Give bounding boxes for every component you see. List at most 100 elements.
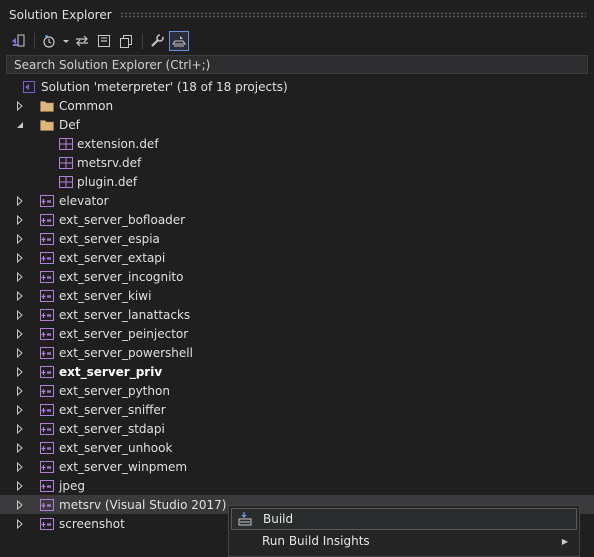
- node-label: ext_server_extapi: [59, 250, 166, 265]
- file-node[interactable]: plugin.def: [0, 172, 594, 191]
- node-label: extension.def: [77, 136, 159, 151]
- node-label: ext_server_incognito: [59, 269, 184, 284]
- expand-arrow-icon[interactable]: [15, 404, 25, 415]
- dropdown-arrow-icon[interactable]: [61, 31, 70, 51]
- project-node[interactable]: ext_server_bofloader: [0, 210, 594, 229]
- expand-arrow-icon[interactable]: [15, 252, 25, 263]
- build-icon: [237, 511, 253, 527]
- node-label: Def: [59, 117, 80, 132]
- project-node[interactable]: ext_server_unhook: [0, 438, 594, 457]
- cpp-project-icon: [39, 307, 55, 323]
- node-label: jpeg: [59, 478, 85, 493]
- properties-wrench-icon[interactable]: [147, 31, 167, 51]
- project-node[interactable]: ext_server_lanattacks: [0, 305, 594, 324]
- solution-icon: [21, 79, 37, 95]
- solution-tree: Solution 'meterpreter' (18 of 18 project…: [0, 77, 594, 533]
- folder-icon: [39, 117, 55, 133]
- project-node[interactable]: elevator: [0, 191, 594, 210]
- project-node[interactable]: ext_server_sniffer: [0, 400, 594, 419]
- solution-node[interactable]: Solution 'meterpreter' (18 of 18 project…: [0, 77, 594, 96]
- node-label: ext_server_priv: [59, 364, 163, 379]
- toolbar: [0, 29, 594, 52]
- folder-node[interactable]: Common: [0, 96, 594, 115]
- cpp-project-icon: [39, 516, 55, 532]
- file-node[interactable]: metsrv.def: [0, 153, 594, 172]
- search-input[interactable]: Search Solution Explorer (Ctrl+;): [6, 55, 588, 74]
- collapse-all-icon[interactable]: [94, 31, 114, 51]
- solution-label: Solution 'meterpreter' (18 of 18 project…: [41, 79, 288, 94]
- expand-arrow-icon[interactable]: [15, 366, 25, 377]
- show-all-files-icon[interactable]: [116, 31, 136, 51]
- expand-arrow-icon[interactable]: [15, 518, 25, 529]
- node-label: ext_server_unhook: [59, 440, 173, 455]
- node-label: elevator: [59, 193, 109, 208]
- folder-icon: [39, 98, 55, 114]
- pending-changes-filter-icon[interactable]: [39, 31, 59, 51]
- expand-arrow-icon[interactable]: [15, 442, 25, 453]
- cpp-project-icon: [39, 459, 55, 475]
- collapse-arrow-icon[interactable]: [15, 120, 25, 130]
- submenu-arrow-icon: ▶: [561, 536, 568, 546]
- node-label: ext_server_lanattacks: [59, 307, 191, 322]
- cpp-project-icon: [39, 497, 55, 513]
- expand-arrow-icon[interactable]: [15, 290, 25, 301]
- node-label: ext_server_winpmem: [59, 459, 188, 474]
- project-node[interactable]: ext_server_stdapi: [0, 419, 594, 438]
- node-label: ext_server_powershell: [59, 345, 193, 360]
- expand-arrow-icon[interactable]: [15, 195, 25, 206]
- context-menu-label: Run Build Insights: [262, 534, 370, 548]
- cpp-project-icon: [39, 326, 55, 342]
- expand-arrow-icon[interactable]: [15, 461, 25, 472]
- expand-arrow-icon[interactable]: [15, 480, 25, 491]
- node-label: ext_server_peinjector: [59, 326, 189, 341]
- cpp-project-icon: [39, 478, 55, 494]
- expand-arrow-icon[interactable]: [15, 328, 25, 339]
- cpp-project-icon: [39, 440, 55, 456]
- node-label: ext_server_kiwi: [59, 288, 152, 303]
- node-label: ext_server_espia: [59, 231, 160, 246]
- file-node[interactable]: extension.def: [0, 134, 594, 153]
- project-node[interactable]: ext_server_priv: [0, 362, 594, 381]
- project-node[interactable]: ext_server_extapi: [0, 248, 594, 267]
- project-node[interactable]: ext_server_peinjector: [0, 324, 594, 343]
- toolbar-separator: [142, 32, 143, 49]
- cpp-project-icon: [39, 269, 55, 285]
- expand-arrow-icon[interactable]: [15, 385, 25, 396]
- node-label: metsrv.def: [77, 155, 142, 170]
- node-label: ext_server_bofloader: [59, 212, 186, 227]
- expand-arrow-icon[interactable]: [15, 423, 25, 434]
- expand-arrow-icon[interactable]: [15, 347, 25, 358]
- context-menu-item-run-build-insights[interactable]: Run Build Insights ▶: [231, 530, 577, 552]
- cpp-project-icon: [39, 193, 55, 209]
- def-file-icon: [58, 174, 74, 190]
- node-label: Common: [59, 98, 114, 113]
- project-node[interactable]: ext_server_incognito: [0, 267, 594, 286]
- cpp-project-icon: [39, 402, 55, 418]
- def-file-icon: [58, 136, 74, 152]
- node-label: plugin.def: [77, 174, 138, 189]
- sync-active-document-icon[interactable]: [72, 31, 92, 51]
- context-menu-item-build[interactable]: Build: [231, 508, 577, 530]
- project-node[interactable]: jpeg: [0, 476, 594, 495]
- title-bar: Solution Explorer: [0, 0, 594, 29]
- cpp-project-icon: [39, 231, 55, 247]
- expand-arrow-icon[interactable]: [15, 100, 25, 111]
- folder-node[interactable]: Def: [0, 115, 594, 134]
- expand-arrow-icon[interactable]: [15, 309, 25, 320]
- preview-selected-items-icon[interactable]: [169, 30, 189, 51]
- project-node[interactable]: ext_server_python: [0, 381, 594, 400]
- search-placeholder: Search Solution Explorer (Ctrl+;): [14, 57, 211, 72]
- project-node[interactable]: ext_server_powershell: [0, 343, 594, 362]
- project-node[interactable]: ext_server_winpmem: [0, 457, 594, 476]
- expand-arrow-icon[interactable]: [15, 214, 25, 225]
- expand-arrow-icon[interactable]: [15, 233, 25, 244]
- project-node[interactable]: ext_server_espia: [0, 229, 594, 248]
- drag-grip[interactable]: [119, 11, 586, 18]
- toolbar-separator: [34, 32, 35, 49]
- expand-arrow-icon[interactable]: [15, 271, 25, 282]
- project-node[interactable]: ext_server_kiwi: [0, 286, 594, 305]
- cpp-project-icon: [39, 364, 55, 380]
- switch-views-icon[interactable]: [8, 31, 28, 51]
- expand-arrow-icon[interactable]: [15, 499, 25, 510]
- context-menu-label: Build: [263, 512, 294, 526]
